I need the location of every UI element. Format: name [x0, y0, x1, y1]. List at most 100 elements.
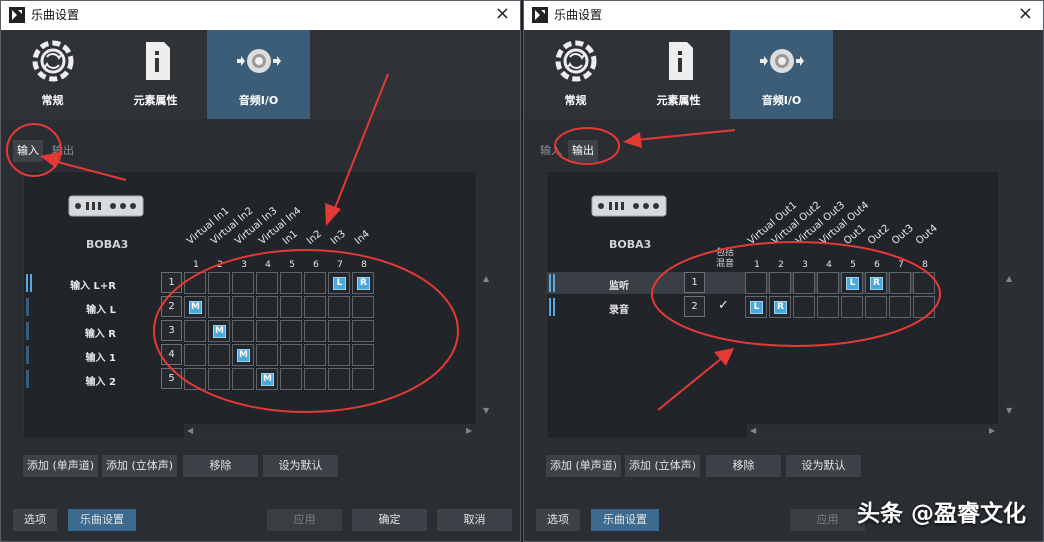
- vertical-scrollbar[interactable]: ▲ ▼: [480, 272, 494, 422]
- add-mono-button[interactable]: 添加 (单声道): [546, 455, 621, 477]
- tab-element-properties[interactable]: 元素属性: [627, 30, 730, 119]
- routing-cell[interactable]: [769, 272, 791, 294]
- routing-cell[interactable]: [232, 296, 254, 318]
- scroll-down-icon[interactable]: ▼: [1006, 406, 1012, 415]
- routing-cell[interactable]: L: [745, 296, 767, 318]
- row-indicator[interactable]: [26, 346, 29, 364]
- song-settings-button[interactable]: 乐曲设置: [68, 509, 136, 531]
- routing-cell[interactable]: [208, 344, 230, 366]
- routing-cell[interactable]: M: [184, 296, 206, 318]
- routing-cell[interactable]: R: [865, 272, 887, 294]
- routing-cell[interactable]: [352, 368, 374, 390]
- routing-cell[interactable]: L: [841, 272, 863, 294]
- subtab-input[interactable]: 输入: [13, 140, 43, 162]
- routing-cell[interactable]: [208, 272, 230, 294]
- routing-cell[interactable]: [256, 272, 278, 294]
- routing-cell[interactable]: [889, 296, 911, 318]
- routing-cell[interactable]: [865, 296, 887, 318]
- horizontal-scrollbar[interactable]: ◀ ▶: [747, 424, 1001, 438]
- row-indicator[interactable]: [549, 298, 555, 316]
- row-indicator[interactable]: [26, 274, 32, 292]
- cancel-button[interactable]: 取消: [437, 509, 512, 531]
- routing-cell[interactable]: L: [328, 272, 350, 294]
- routing-cell[interactable]: [304, 368, 326, 390]
- output-row-label[interactable]: 监听: [587, 277, 629, 292]
- vertical-scrollbar[interactable]: ▲ ▼: [1003, 272, 1017, 422]
- routing-cell[interactable]: [889, 272, 911, 294]
- scroll-right-icon[interactable]: ▶: [989, 426, 995, 435]
- tab-element-properties[interactable]: 元素属性: [104, 30, 207, 119]
- routing-cell[interactable]: [280, 272, 302, 294]
- routing-cell[interactable]: [793, 296, 815, 318]
- routing-cell[interactable]: [208, 296, 230, 318]
- close-button[interactable]: ×: [495, 4, 510, 24]
- routing-cell[interactable]: [232, 272, 254, 294]
- input-row-label[interactable]: 输入 1: [64, 349, 116, 364]
- scroll-right-icon[interactable]: ▶: [466, 426, 472, 435]
- routing-cell[interactable]: [745, 272, 767, 294]
- add-stereo-button[interactable]: 添加 (立体声): [625, 455, 700, 477]
- routing-cell[interactable]: [817, 296, 839, 318]
- include-mix-checkbox[interactable]: ✓: [718, 298, 729, 313]
- routing-cell[interactable]: [184, 272, 206, 294]
- set-default-button[interactable]: 设为默认: [786, 455, 861, 477]
- routing-cell[interactable]: [304, 272, 326, 294]
- routing-cell[interactable]: M: [208, 320, 230, 342]
- scroll-left-icon[interactable]: ◀: [187, 426, 193, 435]
- routing-cell[interactable]: [256, 320, 278, 342]
- subtab-input[interactable]: 输入: [536, 140, 566, 162]
- remove-button[interactable]: 移除: [706, 455, 781, 477]
- routing-cell[interactable]: [913, 296, 935, 318]
- row-indicator[interactable]: [26, 298, 29, 316]
- input-row-label[interactable]: 输入 L+R: [64, 277, 116, 292]
- set-default-button[interactable]: 设为默认: [263, 455, 338, 477]
- routing-cell[interactable]: [256, 296, 278, 318]
- tab-audio-io[interactable]: 音频I/O: [207, 30, 310, 119]
- routing-cell[interactable]: [232, 368, 254, 390]
- routing-cell[interactable]: [304, 320, 326, 342]
- routing-cell[interactable]: [913, 272, 935, 294]
- routing-cell[interactable]: [328, 320, 350, 342]
- routing-cell[interactable]: [817, 272, 839, 294]
- routing-cell[interactable]: R: [769, 296, 791, 318]
- routing-cell[interactable]: [280, 320, 302, 342]
- routing-cell[interactable]: [352, 320, 374, 342]
- routing-cell[interactable]: [280, 344, 302, 366]
- apply-button[interactable]: 应用: [790, 509, 865, 531]
- scroll-up-icon[interactable]: ▲: [483, 274, 489, 283]
- tab-general[interactable]: 常规: [524, 30, 627, 119]
- routing-cell[interactable]: [328, 344, 350, 366]
- row-indicator[interactable]: [549, 274, 555, 292]
- options-button[interactable]: 选项: [536, 509, 580, 531]
- routing-cell[interactable]: [184, 368, 206, 390]
- scroll-up-icon[interactable]: ▲: [1006, 274, 1012, 283]
- row-indicator[interactable]: [26, 370, 29, 388]
- routing-cell[interactable]: [841, 296, 863, 318]
- scroll-down-icon[interactable]: ▼: [483, 406, 489, 415]
- input-row-label[interactable]: 输入 L: [64, 301, 116, 316]
- close-button[interactable]: ×: [1018, 4, 1033, 24]
- routing-cell[interactable]: [184, 344, 206, 366]
- scroll-left-icon[interactable]: ◀: [750, 426, 756, 435]
- routing-cell[interactable]: M: [232, 344, 254, 366]
- routing-cell[interactable]: [280, 296, 302, 318]
- tab-audio-io[interactable]: 音频I/O: [730, 30, 833, 119]
- routing-cell[interactable]: [184, 320, 206, 342]
- input-row-label[interactable]: 输入 2: [64, 373, 116, 388]
- row-indicator[interactable]: [26, 322, 29, 340]
- routing-cell[interactable]: [232, 320, 254, 342]
- routing-cell[interactable]: [304, 344, 326, 366]
- song-settings-button[interactable]: 乐曲设置: [591, 509, 659, 531]
- output-row-label[interactable]: 录音: [587, 301, 629, 316]
- routing-cell[interactable]: [208, 368, 230, 390]
- input-row-label[interactable]: 输入 R: [64, 325, 116, 340]
- add-stereo-button[interactable]: 添加 (立体声): [102, 455, 177, 477]
- tab-general[interactable]: 常规: [1, 30, 104, 119]
- routing-cell[interactable]: [793, 272, 815, 294]
- routing-cell[interactable]: [328, 368, 350, 390]
- routing-cell[interactable]: [328, 296, 350, 318]
- routing-cell[interactable]: [352, 296, 374, 318]
- subtab-output[interactable]: 输出: [48, 140, 78, 162]
- options-button[interactable]: 选项: [13, 509, 57, 531]
- routing-cell[interactable]: [256, 344, 278, 366]
